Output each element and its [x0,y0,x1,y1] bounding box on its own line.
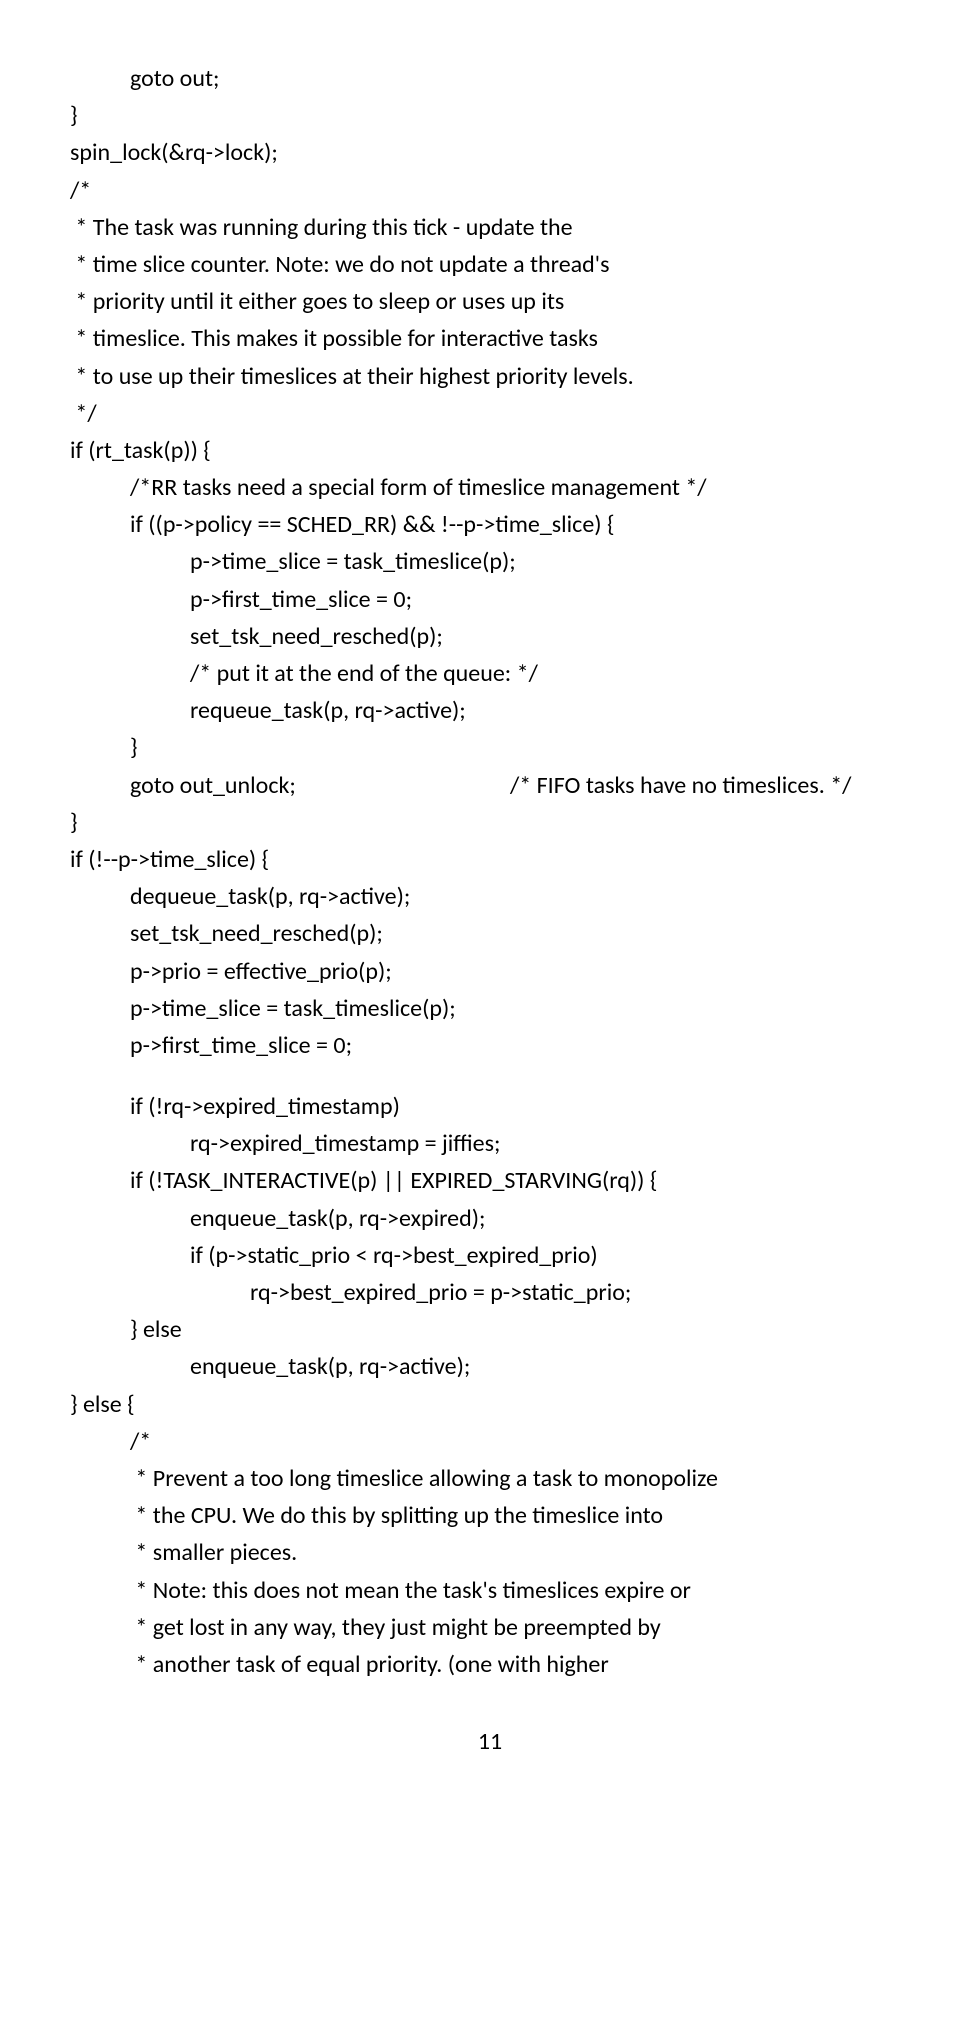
code-line: set_tsk_need_resched(p); [70,915,910,952]
code-line: } [70,804,910,841]
code-line: goto out; [70,60,910,97]
code-line: rq->expired_timestamp = jiffies; [70,1125,910,1162]
code-line: p->first_time_slice = 0; [70,581,910,618]
code-line: if (rt_task(p)) { [70,432,910,469]
code-line: /* [70,1423,910,1460]
code-line: /* put it at the end of the queue: */ [70,655,910,692]
code-line: dequeue_task(p, rq->active); [70,878,910,915]
code-line: set_tsk_need_resched(p); [70,618,910,655]
code-line: p->time_slice = task_timeslice(p); [70,990,910,1027]
code-line: */ [70,395,910,432]
code-line: } [70,97,910,134]
code-line: /*RR tasks need a special form of timesl… [70,469,910,506]
code-fragment: goto out_unlock; [70,767,510,804]
page-number: 11 [70,1723,910,1760]
code-line: if ((p->policy == SCHED_RR) && !--p->tim… [70,506,910,543]
code-line: } else { [70,1386,910,1423]
code-line: goto out_unlock; /* FIFO tasks have no t… [70,767,910,804]
code-line: } [70,729,910,766]
code-line: * the CPU. We do this by splitting up th… [70,1497,910,1534]
code-line: if (!--p->time_slice) { [70,841,910,878]
code-line: /* [70,172,910,209]
code-line: p->first_time_slice = 0; [70,1027,910,1064]
code-line: if (!rq->expired_timestamp) [70,1088,910,1125]
code-line: } else [70,1311,910,1348]
code-line: spin_lock(&rq->lock); [70,134,910,171]
code-line: enqueue_task(p, rq->expired); [70,1200,910,1237]
code-line: * timeslice. This makes it possible for … [70,320,910,357]
code-line: if (p->static_prio < rq->best_expired_pr… [70,1237,910,1274]
code-line: * Note: this does not mean the task's ti… [70,1572,910,1609]
blank-line [70,1064,910,1088]
code-line: * to use up their timeslices at their hi… [70,358,910,395]
code-line: * time slice counter. Note: we do not up… [70,246,910,283]
code-line: * Prevent a too long timeslice allowing … [70,1460,910,1497]
code-line: requeue_task(p, rq->active); [70,692,910,729]
code-line: * get lost in any way, they just might b… [70,1609,910,1646]
code-line: if (!TASK_INTERACTIVE(p) || EXPIRED_STAR… [70,1162,910,1199]
document-page: goto out; } spin_lock(&rq->lock); /* * T… [0,0,960,1790]
code-line: * priority until it either goes to sleep… [70,283,910,320]
code-line: p->prio = effective_prio(p); [70,953,910,990]
code-fragment: /* FIFO tasks have no timeslices. */ [510,767,910,804]
code-line: p->time_slice = task_timeslice(p); [70,543,910,580]
code-line: * smaller pieces. [70,1534,910,1571]
code-line: enqueue_task(p, rq->active); [70,1348,910,1385]
code-line: * The task was running during this tick … [70,209,910,246]
code-line: * another task of equal priority. (one w… [70,1646,910,1683]
code-line: rq->best_expired_prio = p->static_prio; [70,1274,910,1311]
